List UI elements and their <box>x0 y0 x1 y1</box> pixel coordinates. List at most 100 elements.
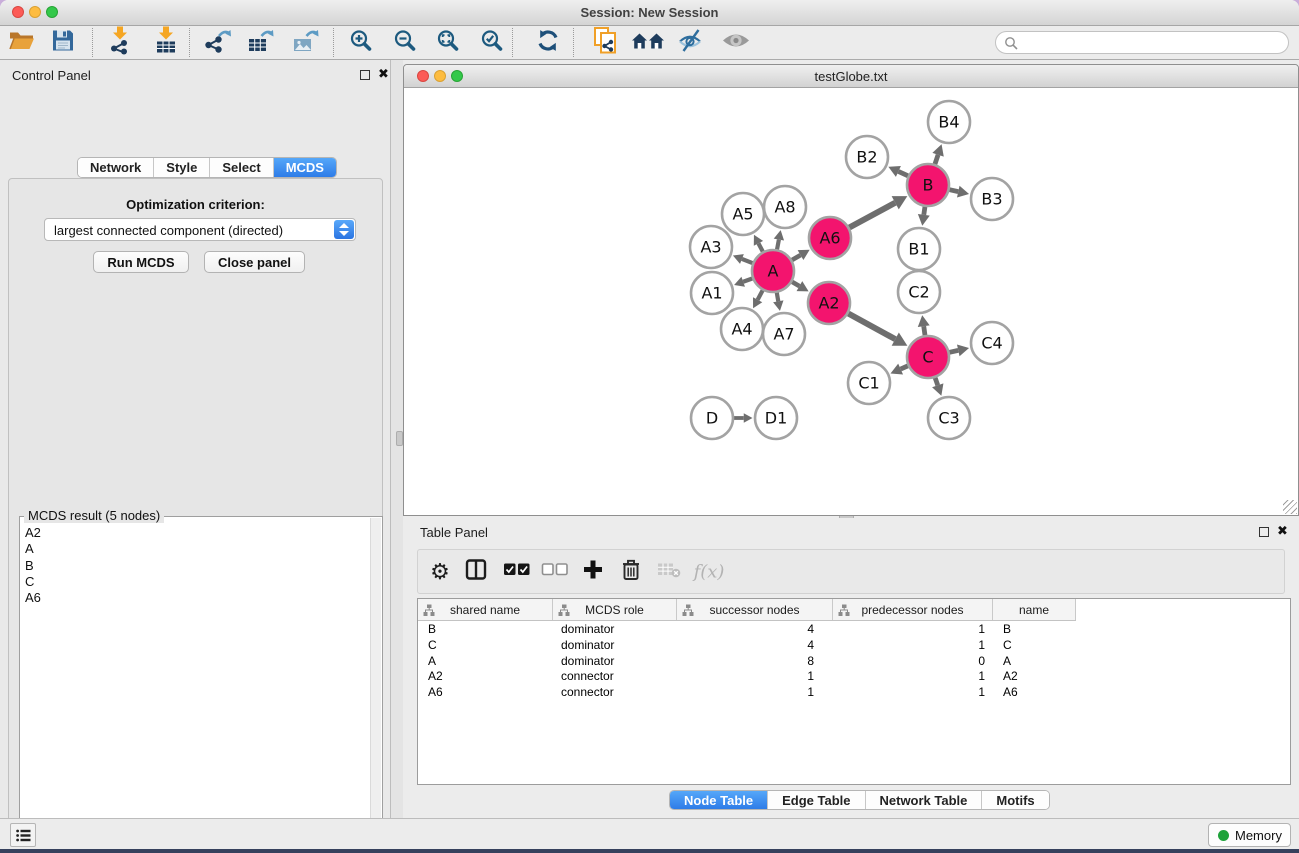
zoom-selected-icon[interactable] <box>481 29 504 57</box>
graph-edge-C-C4[interactable] <box>949 350 958 352</box>
graph-node-C4[interactable]: C4 <box>971 322 1013 364</box>
graph-edge-A-A7[interactable] <box>777 293 779 302</box>
clone-network-icon[interactable] <box>593 27 617 59</box>
graph-edge-A2-C[interactable] <box>848 314 895 340</box>
graph-edge-B-B2[interactable] <box>898 171 908 175</box>
table-cell[interactable]: A6 <box>418 684 553 700</box>
zoom-in-icon[interactable] <box>350 29 373 57</box>
table-row[interactable]: Bdominator41B <box>418 621 1290 637</box>
control-panel-close-icon[interactable]: ✖ <box>378 66 389 82</box>
table-cell[interactable]: C <box>418 637 553 653</box>
hide-panels-eye-icon[interactable] <box>677 28 705 57</box>
search-input[interactable] <box>1022 34 1282 51</box>
graph-node-B1[interactable]: B1 <box>898 228 940 270</box>
tab-node-table[interactable]: Node Table <box>670 791 768 809</box>
table-cell[interactable]: B <box>993 621 1076 637</box>
network-canvas[interactable]: A5A8A3A1A4A7AA6A2BB2B4B3B1CC2C4C1C3DD1 <box>404 88 1298 515</box>
tab-select[interactable]: Select <box>210 158 273 177</box>
column-header-mcds-role[interactable]: MCDS role <box>553 599 677 620</box>
tab-style[interactable]: Style <box>154 158 210 177</box>
table-cell[interactable]: 1 <box>677 684 833 700</box>
mcds-result-item[interactable]: A6 <box>22 590 41 606</box>
column-header-successor-nodes[interactable]: successor nodes <box>677 599 833 620</box>
network-window-titlebar[interactable]: testGlobe.txt <box>404 65 1298 88</box>
table-cell[interactable]: A6 <box>993 684 1076 700</box>
export-image-icon[interactable] <box>293 28 319 58</box>
table-cell[interactable]: 4 <box>677 621 833 637</box>
table-cell[interactable]: connector <box>553 668 677 684</box>
table-cell[interactable]: 1 <box>833 668 993 684</box>
table-cell[interactable]: 4 <box>677 637 833 653</box>
column-header-shared-name[interactable]: shared name <box>418 599 553 620</box>
save-session-icon[interactable] <box>52 29 74 56</box>
graph-edge-A-A3[interactable] <box>742 259 753 263</box>
export-table-icon[interactable] <box>248 28 274 58</box>
graph-node-A3[interactable]: A3 <box>690 226 732 268</box>
memory-button[interactable]: Memory <box>1208 823 1291 847</box>
tab-edge-table[interactable]: Edge Table <box>768 791 865 809</box>
graph-edge-A-A5[interactable] <box>758 243 762 251</box>
table-cell[interactable]: dominator <box>553 637 677 653</box>
table-cell[interactable]: 1 <box>833 684 993 700</box>
tab-network[interactable]: Network <box>78 158 154 177</box>
graph-edge-B-B4[interactable] <box>935 155 938 164</box>
open-session-icon[interactable] <box>9 29 35 56</box>
graph-node-B[interactable]: B <box>907 164 949 206</box>
table-cell[interactable]: A2 <box>993 668 1076 684</box>
graph-node-B2[interactable]: B2 <box>846 136 888 178</box>
graph-edge-C-C2[interactable] <box>924 326 925 335</box>
table-row[interactable]: A2connector11A2 <box>418 668 1290 684</box>
table-cell[interactable]: 1 <box>833 637 993 653</box>
graph-edge-C-C1[interactable] <box>901 366 908 369</box>
import-table-icon[interactable] <box>155 26 177 59</box>
table-row[interactable]: Cdominator41C <box>418 637 1290 653</box>
delete-column-trash-icon[interactable] <box>622 559 641 585</box>
show-eye-icon[interactable] <box>721 30 751 55</box>
resize-grip-icon[interactable] <box>1283 500 1297 514</box>
graph-node-C2[interactable]: C2 <box>898 271 940 313</box>
table-cell[interactable]: 0 <box>833 653 993 669</box>
graph-node-A1[interactable]: A1 <box>691 272 733 314</box>
tab-mcds[interactable]: MCDS <box>274 158 336 177</box>
table-row[interactable]: A6connector11A6 <box>418 684 1290 700</box>
home-pages-icon[interactable] <box>632 30 664 55</box>
graph-node-A[interactable]: A <box>752 250 794 292</box>
unselect-all-columns-icon[interactable] <box>542 562 569 581</box>
graph-node-A8[interactable]: A8 <box>764 186 806 228</box>
table-cell[interactable]: A2 <box>418 668 553 684</box>
graph-edge-B-B1[interactable] <box>924 207 925 215</box>
column-panel-icon[interactable] <box>466 559 487 585</box>
import-network-icon[interactable] <box>109 26 131 59</box>
optimization-select[interactable]: largest connected component (directed) <box>44 218 356 241</box>
table-panel-float-icon[interactable] <box>1259 527 1269 537</box>
table-cell[interactable]: 1 <box>833 621 993 637</box>
graph-edge-A6-B[interactable] <box>849 203 895 228</box>
control-panel-float-icon[interactable] <box>360 70 370 80</box>
graph-edge-B-B3[interactable] <box>949 190 958 192</box>
mcds-result-item[interactable]: B <box>22 558 41 574</box>
table-panel-close-icon[interactable]: ✖ <box>1277 523 1288 539</box>
table-settings-gear-icon[interactable]: ⚙ <box>430 559 450 585</box>
graph-node-C[interactable]: C <box>907 336 949 378</box>
run-mcds-button[interactable]: Run MCDS <box>93 251 189 273</box>
graph-node-D1[interactable]: D1 <box>755 397 797 439</box>
graph-node-B4[interactable]: B4 <box>928 101 970 143</box>
add-column-plus-icon[interactable] <box>583 559 603 584</box>
graph-edge-A-A4[interactable] <box>758 290 763 299</box>
table-cell[interactable]: A <box>418 653 553 669</box>
graph-node-A6[interactable]: A6 <box>809 217 851 259</box>
zoom-fit-icon[interactable] <box>437 29 460 57</box>
graph-node-C3[interactable]: C3 <box>928 397 970 439</box>
column-header-predecessor-nodes[interactable]: predecessor nodes <box>833 599 993 620</box>
graph-edge-A-A6[interactable] <box>792 255 800 260</box>
graph-node-A7[interactable]: A7 <box>763 313 805 355</box>
refresh-layout-icon[interactable] <box>536 28 560 57</box>
table-cell[interactable]: 1 <box>677 668 833 684</box>
table-cell[interactable]: connector <box>553 684 677 700</box>
select-all-columns-icon[interactable] <box>504 562 531 581</box>
graph-node-B3[interactable]: B3 <box>971 178 1013 220</box>
graph-node-A5[interactable]: A5 <box>722 193 764 235</box>
table-cell[interactable]: 8 <box>677 653 833 669</box>
tab-motifs[interactable]: Motifs <box>982 791 1048 809</box>
graph-node-A2[interactable]: A2 <box>808 282 850 324</box>
